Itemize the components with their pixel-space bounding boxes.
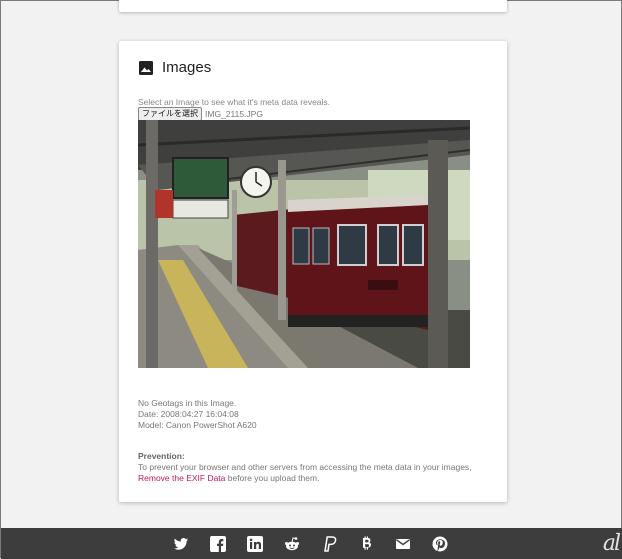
- twitter-icon[interactable]: [171, 535, 191, 553]
- social-links: [171, 535, 467, 553]
- card-header: Images: [139, 59, 211, 76]
- exif-date: Date: 2008:04:27 16:04:08: [138, 409, 239, 419]
- prevention-title: Prevention:: [138, 451, 185, 461]
- watermark-logo: al: [602, 531, 621, 556]
- choose-file-button[interactable]: ファイルを選択: [138, 107, 202, 121]
- card-title: Images: [162, 59, 212, 76]
- prevention-text-after: before you upload them.: [225, 473, 320, 483]
- upload-help-text: Select an Image to see what it's meta da…: [138, 97, 331, 107]
- share-footer: al: [1, 528, 622, 559]
- pinterest-icon[interactable]: [430, 535, 450, 553]
- linkedin-icon[interactable]: [245, 535, 265, 553]
- paypal-icon[interactable]: [319, 535, 339, 553]
- exif-model: Model: Canon PowerShot A620: [138, 420, 257, 430]
- previous-card: [119, 0, 507, 12]
- reddit-icon[interactable]: [282, 535, 302, 553]
- prevention-text: To prevent your browser and other server…: [138, 462, 478, 484]
- bitcoin-icon[interactable]: [356, 535, 376, 553]
- image-icon: [139, 60, 153, 75]
- email-icon[interactable]: [393, 535, 413, 553]
- facebook-icon[interactable]: [208, 535, 228, 553]
- images-card: Images Select an Image to see what it's …: [119, 41, 507, 502]
- remove-exif-link[interactable]: Remove the EXIF Data: [138, 473, 225, 483]
- prevention-text-before: To prevent your browser and other server…: [138, 462, 472, 472]
- geotag-status: No Geotags in this Image.: [138, 398, 237, 408]
- file-input[interactable]: ファイルを選択 IMG_2115.JPG: [138, 107, 263, 121]
- uploaded-image: [138, 120, 470, 368]
- file-name: IMG_2115.JPG: [205, 109, 263, 119]
- exif-results: No Geotags in this Image. Date: 2008:04:…: [138, 398, 257, 431]
